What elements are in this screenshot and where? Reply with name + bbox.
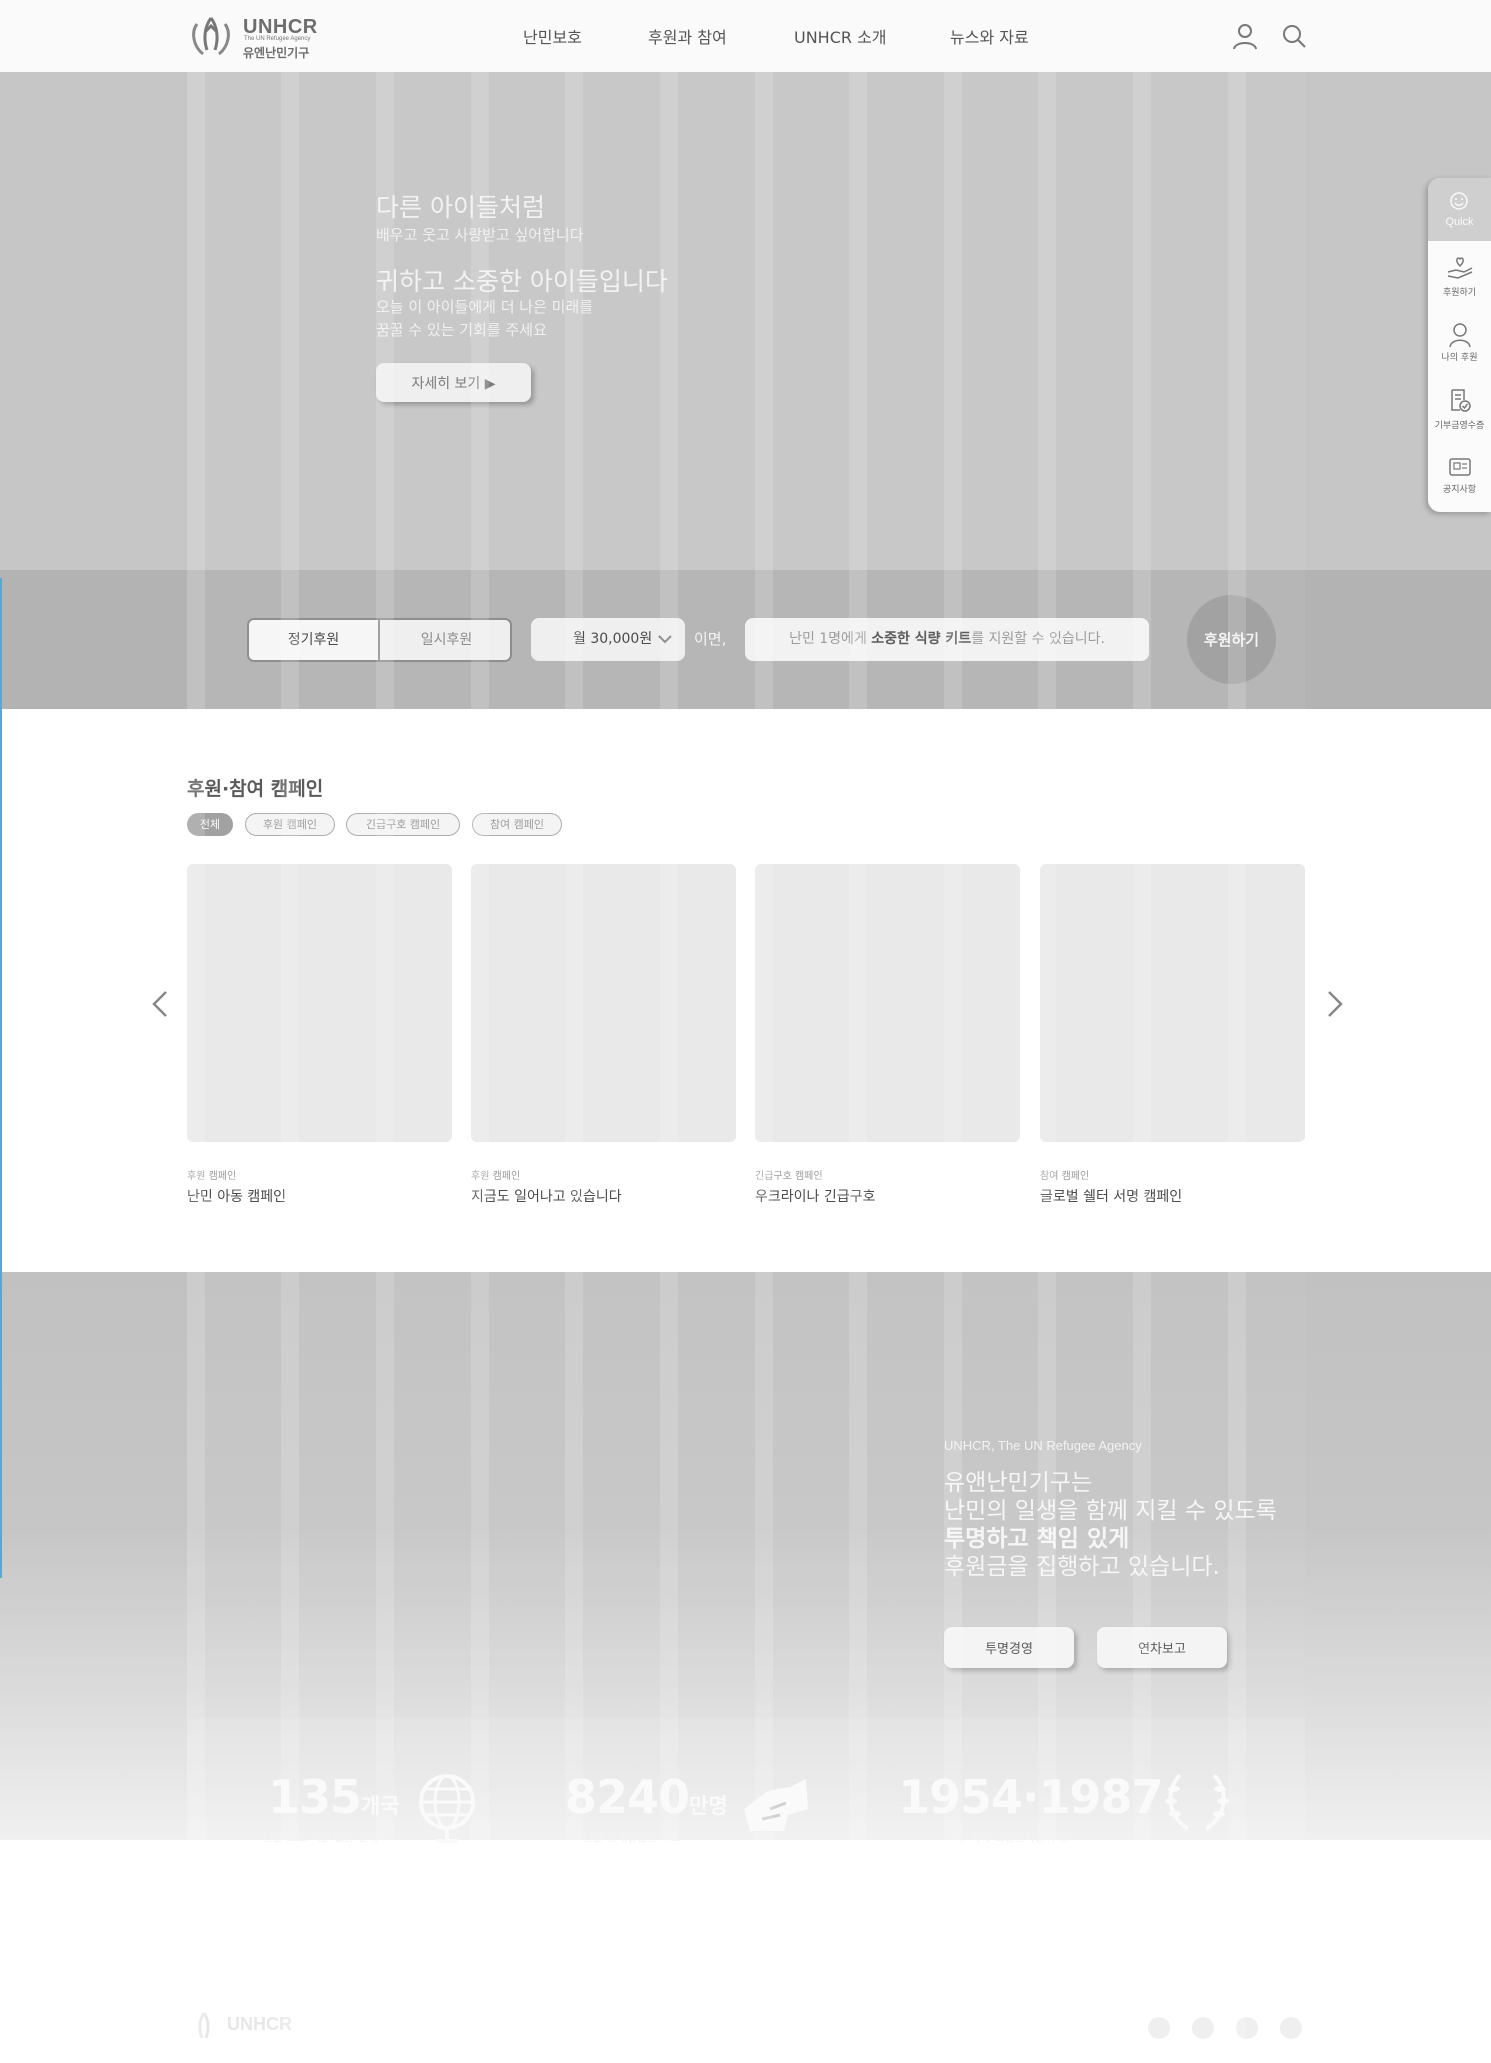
impact-prefix: 난민 1명에게 xyxy=(789,631,872,647)
footer-logo-name: UNHCR xyxy=(227,2014,292,2034)
laurel-icon xyxy=(1165,1773,1229,1831)
stat-countries: 135개국 xyxy=(268,1770,400,1824)
stat-number: 135 xyxy=(268,1770,362,1824)
stat-number: 1954·1987 xyxy=(898,1770,1164,1824)
hero-more-button[interactable]: 자세히 보기 ▶ xyxy=(376,363,531,402)
annual-report-button[interactable]: 연차보고 xyxy=(1097,1627,1227,1668)
campaign-card-category: 후원 캠페인 xyxy=(187,1171,237,1182)
campaign-card-title[interactable]: 지금도 일어나고 있습니다 xyxy=(471,1186,622,1206)
filter-participation-campaign[interactable]: 참여 캠페인 xyxy=(472,813,562,836)
transparency-statement: 유앤난민기구는 난민의 일생을 함께 지킬 수 있도록 투명하고 책임 있게 후… xyxy=(944,1469,1277,1581)
statement-line: 난민의 일생을 함께 지킬 수 있도록 xyxy=(944,1498,1277,1524)
globe-icon xyxy=(419,1774,475,1843)
amount-value: 월 30,000원 xyxy=(573,631,653,647)
hero-description-line: 오늘 이 아이들에게 더 나은 미래를 xyxy=(376,298,594,316)
campaign-card-category: 긴급구호 캠페인 xyxy=(755,1171,823,1182)
toggle-one-time-donation[interactable]: 일시후원 xyxy=(381,620,512,660)
transparent-management-button[interactable]: 투명경영 xyxy=(944,1627,1074,1668)
statement-line: 후원금을 집행하고 있습니다. xyxy=(944,1554,1220,1580)
filter-emergency-campaign[interactable]: 긴급구호 캠페인 xyxy=(346,813,460,836)
laurel-emblem-icon xyxy=(192,17,230,56)
toggle-regular-donation[interactable]: 정기후원 xyxy=(249,620,380,660)
donate-button[interactable]: 후원하기 xyxy=(1187,595,1276,684)
unhcr-logo[interactable]: UNHCR The UN Refugee Agency 유엔난민기구 xyxy=(187,14,317,60)
campaign-card-title[interactable]: 글로벌 쉘터 서명 캠페인 xyxy=(1040,1186,1182,1206)
impact-highlight: 소중한 식량 키트 xyxy=(871,631,972,647)
notice-icon[interactable] xyxy=(1446,456,1474,478)
stat-refugees: 8240만명 xyxy=(565,1770,728,1824)
amount-select[interactable]: 월 30,000원 xyxy=(531,618,685,661)
helping-hand-icon xyxy=(744,1779,808,1831)
hero-description-line: 꿈꿀 수 있는 기회를 주세요 xyxy=(376,321,547,339)
chevron-left-icon[interactable] xyxy=(148,988,172,1020)
stat-description: 두 차례 노벨평화상 수상 xyxy=(957,1831,1069,1844)
chevron-down-icon xyxy=(658,635,672,644)
statement-line-emphasis: 투명하고 책임 있게 xyxy=(944,1526,1130,1552)
smile-icon xyxy=(1450,192,1468,210)
heart-hand-icon[interactable] xyxy=(1446,254,1474,280)
campaign-card-title[interactable]: 난민 아동 캠페인 xyxy=(187,1186,286,1206)
social-icon[interactable] xyxy=(1192,2017,1214,2039)
impact-suffix: 를 지원할 수 있습니다. xyxy=(971,631,1105,647)
hero-description: 오늘 이 아이들에게 더 나은 미래를 꿈꿀 수 있는 기회를 주세요 xyxy=(376,296,593,342)
stat-unit: 만명 xyxy=(689,1794,728,1818)
hero-subtitle: 배우고 웃고 사랑받고 싶어합니다 xyxy=(376,226,584,244)
logo-subtitle: The UN Refugee Agency xyxy=(244,36,311,42)
chevron-right-icon[interactable] xyxy=(1323,988,1347,1020)
search-icon[interactable] xyxy=(1280,22,1308,50)
stat-number: 8240 xyxy=(565,1770,690,1824)
quick-item-receipt[interactable]: 기부금영수증 xyxy=(1428,418,1491,431)
receipt-check-icon[interactable] xyxy=(1446,388,1474,414)
hero-banner xyxy=(0,72,1491,570)
filter-all[interactable]: 전체 xyxy=(187,813,233,836)
quick-menu-title: Quick xyxy=(1445,216,1474,228)
filter-support-campaign[interactable]: 후원 캠페인 xyxy=(245,813,335,836)
stat-nobel: 1954·1987 xyxy=(898,1770,1164,1824)
hero-title: 다른 아이들처럼 xyxy=(376,193,545,222)
hero-title-secondary: 귀하고 소중한 아이들입니다 xyxy=(376,267,668,296)
quick-item-my-donation[interactable]: 나의 후원 xyxy=(1428,350,1491,363)
nav-support-participation[interactable]: 후원과 참여 xyxy=(648,0,727,72)
footer-logo[interactable]: UNHCR xyxy=(187,2010,292,2048)
stat-unit: 개국 xyxy=(361,1794,400,1818)
social-icon[interactable] xyxy=(1280,2017,1302,2039)
nav-news-resources[interactable]: 뉴스와 자료 xyxy=(950,0,1029,72)
site-header: UNHCR The UN Refugee Agency 유엔난민기구 난민보호 … xyxy=(0,0,1491,72)
social-icon[interactable] xyxy=(1236,2017,1258,2039)
laurel-emblem-icon xyxy=(198,2012,210,2039)
donation-type-toggle: 정기후원 일시후원 xyxy=(247,618,512,662)
campaign-card-title[interactable]: 우크라이나 긴급구호 xyxy=(755,1186,875,1206)
donation-impact-text: 난민 1명에게 소중한 식량 키트를 지원할 수 있습니다. xyxy=(745,618,1149,661)
quick-item-notice[interactable]: 공지사항 xyxy=(1428,482,1491,495)
user-icon[interactable] xyxy=(1446,322,1474,348)
campaign-card-category: 후원 캠페인 xyxy=(471,1171,521,1182)
amount-connector: 이면, xyxy=(694,630,727,648)
campaign-section-title: 후원·참여 캠페인 xyxy=(187,778,324,800)
nav-about-unhcr[interactable]: UNHCR 소개 xyxy=(794,0,887,72)
campaign-card-image[interactable] xyxy=(187,864,452,1142)
agency-label: UNHCR, The UN Refugee Agency xyxy=(944,1438,1142,1453)
guide-line xyxy=(0,578,2,1578)
campaign-card-image[interactable] xyxy=(1040,864,1305,1142)
statement-line: 유앤난민기구는 xyxy=(944,1470,1093,1496)
logo-korean: 유엔난민기구 xyxy=(243,46,310,60)
stat-description: 난민 보호·지원 활동 전개 xyxy=(263,1831,379,1844)
social-icon[interactable] xyxy=(1148,2017,1170,2039)
user-icon[interactable] xyxy=(1231,22,1259,50)
stat-description: 난민·강제실향민 구호 xyxy=(583,1831,682,1844)
campaign-card-image[interactable] xyxy=(755,864,1020,1142)
campaign-card-image[interactable] xyxy=(471,864,736,1142)
nav-refugee-protection[interactable]: 난민보호 xyxy=(523,0,582,72)
campaign-card-category: 참여 캠페인 xyxy=(1040,1171,1090,1182)
quick-item-donate[interactable]: 후원하기 xyxy=(1428,285,1491,298)
